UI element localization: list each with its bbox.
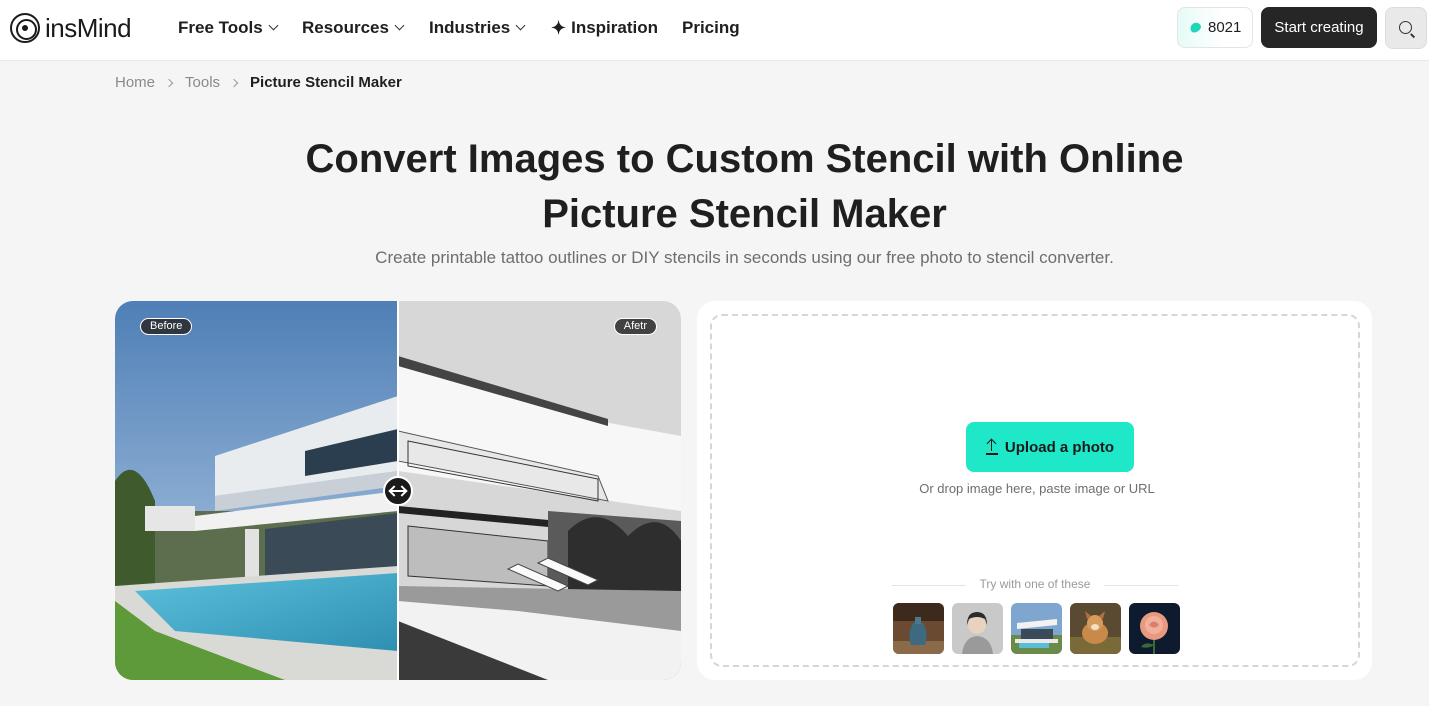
search-icon	[1399, 21, 1412, 34]
start-creating-button[interactable]: Start creating	[1261, 7, 1377, 48]
nav-industries[interactable]: Industries	[429, 0, 526, 56]
nav-free-tools[interactable]: Free Tools	[178, 0, 279, 56]
chevron-down-icon	[394, 20, 405, 31]
upload-icon-base	[985, 453, 998, 455]
before-tag: Before	[140, 318, 193, 335]
dropzone[interactable]: Upload a photo Or drop image here, paste…	[710, 314, 1360, 667]
logo-icon	[10, 13, 40, 43]
nav-resources[interactable]: Resources	[302, 0, 405, 56]
nav-pricing[interactable]: Pricing	[682, 0, 740, 56]
credits-badge[interactable]: 8021	[1177, 7, 1253, 48]
upload-photo-label: Upload a photo	[1004, 438, 1115, 456]
breadcrumb: Home Tools Picture Stencil Maker	[115, 74, 402, 91]
sample-vase[interactable]	[893, 603, 944, 654]
page-title-line1: Convert Images to Custom Stencil with On…	[305, 137, 1184, 181]
chevron-right-icon	[164, 78, 174, 87]
breadcrumb-home[interactable]: Home	[115, 74, 155, 91]
divider-line	[1104, 585, 1178, 586]
upload-panel: Upload a photo Or drop image here, paste…	[697, 301, 1372, 680]
credit-icon	[1188, 20, 1203, 35]
nav-industries-label: Industries	[429, 18, 511, 37]
search-icon-handle	[1410, 33, 1416, 38]
nav-resources-label: Resources	[302, 18, 389, 37]
upload-photo-button[interactable]: Upload a photo	[966, 422, 1134, 472]
after-tag: Afetr	[613, 318, 657, 335]
sample-rose[interactable]	[1129, 603, 1180, 654]
search-button[interactable]	[1385, 7, 1427, 49]
breadcrumb-current: Picture Stencil Maker	[250, 74, 402, 91]
nav-inspiration[interactable]: ✦ Inspiration	[551, 0, 658, 56]
upload-icon-head	[986, 438, 997, 449]
sample-images	[893, 603, 1180, 654]
credits-count: 8021	[1208, 19, 1242, 36]
try-samples-label: Try with one of these	[979, 577, 1091, 591]
upload-icon	[985, 438, 998, 455]
page-subtitle: Create printable tattoo outlines or DIY …	[375, 248, 1114, 267]
chevron-down-icon	[515, 20, 526, 31]
horizontal-arrows-icon	[390, 490, 406, 492]
nav-inspiration-label: Inspiration	[571, 18, 658, 37]
sample-dog[interactable]	[1070, 603, 1121, 654]
logo[interactable]: insMind	[10, 12, 132, 44]
compare-slider-handle[interactable]	[383, 476, 413, 506]
breadcrumb-tools[interactable]: Tools	[185, 74, 220, 91]
sample-house[interactable]	[1011, 603, 1062, 654]
sparkle-icon: ✦	[551, 17, 567, 38]
after-image: Afetr	[398, 301, 681, 680]
chevron-down-icon	[268, 20, 279, 31]
top-header: insMind Free Tools Resources Industries …	[0, 0, 1429, 61]
before-image: Before	[115, 301, 398, 680]
sample-portrait[interactable]	[952, 603, 1003, 654]
nav-free-tools-label: Free Tools	[178, 18, 263, 37]
chevron-right-icon	[229, 78, 239, 87]
logo-text: insMind	[45, 12, 132, 43]
nav-pricing-label: Pricing	[682, 18, 740, 37]
drop-hint: Or drop image here, paste image or URL	[919, 481, 1155, 496]
before-after-comparison: Before Afetr	[115, 301, 681, 680]
page-title-line2: Picture Stencil Maker	[542, 192, 947, 236]
page-title: Convert Images to Custom Stencil with On…	[200, 132, 1289, 242]
